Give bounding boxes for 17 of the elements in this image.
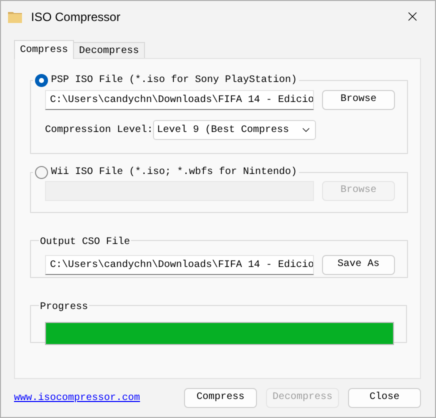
website-link[interactable]: www.isocompressor.com (14, 390, 140, 406)
field-label: Compression Level: (45, 124, 153, 138)
button[interactable]: Compress (184, 388, 257, 408)
button[interactable]: Browse (322, 90, 395, 110)
tab[interactable]: Compress (14, 40, 74, 59)
group-title: Progress (40, 302, 88, 313)
button[interactable]: Save As (322, 255, 395, 275)
radio-button[interactable]: Wii ISO File (*.iso; *.wbfs for Nintendo) (34, 165, 298, 180)
path-field[interactable]: C:\Users\candychn\Downloads\FIFA 14 - Edicio (45, 255, 314, 275)
path-field[interactable]: C:\Users\candychn\Downloads\FIFA 14 - Edicio (45, 90, 314, 110)
tab[interactable]: Decompress (73, 42, 146, 59)
button[interactable]: Close (348, 388, 421, 408)
folder-icon (7, 10, 23, 24)
radio-button[interactable]: PSP ISO File (*.iso for Sony PlayStation) (34, 73, 298, 88)
window-title: ISO Compressor (31, 8, 120, 26)
group-title: Output CSO File (40, 237, 130, 248)
compression-dropdown[interactable]: Level 9 (Best Compress (153, 120, 316, 140)
